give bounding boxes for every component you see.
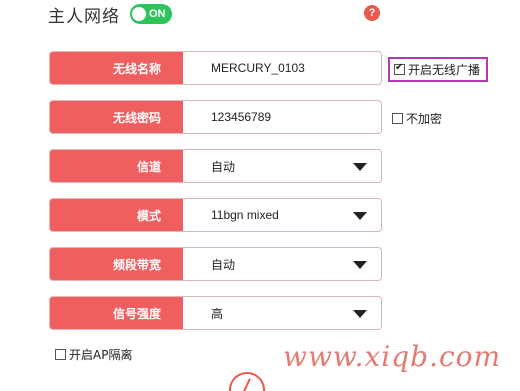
mode-value: 11bgn mixed <box>211 208 279 222</box>
ap-isolation-option[interactable]: 开启AP隔离 <box>55 346 132 363</box>
channel-label: 信道 <box>49 149 183 183</box>
chevron-down-icon <box>353 212 367 220</box>
bandwidth-value: 自动 <box>211 257 236 272</box>
chevron-down-icon <box>353 261 367 269</box>
no-encrypt-checkbox[interactable] <box>392 113 403 124</box>
broadcast-label: 开启无线广播 <box>408 63 481 77</box>
broadcast-checkbox[interactable] <box>394 62 405 75</box>
main-network-toggle[interactable]: ON <box>130 4 172 24</box>
ap-isolation-checkbox[interactable] <box>55 349 66 360</box>
toggle-label: ON <box>149 8 166 20</box>
signal-label: 信号强度 <box>49 296 183 330</box>
no-encrypt-label: 不加密 <box>406 112 443 126</box>
password-label: 无线密码 <box>49 100 183 134</box>
password-input[interactable]: 123456789 <box>183 100 382 134</box>
mode-label: 模式 <box>49 198 183 232</box>
bandwidth-select[interactable]: 自动 <box>183 247 382 281</box>
bandwidth-row: 频段带宽 自动 <box>49 247 382 281</box>
password-row: 无线密码 123456789 <box>49 100 382 134</box>
broadcast-option[interactable]: 开启无线广播 <box>388 57 489 82</box>
channel-value: 自动 <box>211 159 236 174</box>
help-icon[interactable]: ? <box>364 5 380 21</box>
bandwidth-label: 频段带宽 <box>49 247 183 281</box>
chevron-down-icon <box>353 310 367 318</box>
channel-row: 信道 自动 <box>49 149 382 183</box>
ssid-label: 无线名称 <box>49 51 183 85</box>
channel-select[interactable]: 自动 <box>183 149 382 183</box>
page-title: 主人网络 <box>48 6 120 27</box>
mode-row: 模式 11bgn mixed <box>49 198 382 232</box>
toggle-knob <box>132 7 146 21</box>
chevron-down-icon <box>353 163 367 171</box>
watermark: www.xiqb.com <box>283 340 502 373</box>
signal-row: 信号强度 高 <box>49 296 382 330</box>
signal-select[interactable]: 高 <box>183 296 382 330</box>
main-network-header: 主人网络 ON <box>48 1 172 27</box>
no-encrypt-option[interactable]: 不加密 <box>392 110 442 127</box>
signal-value: 高 <box>211 306 224 321</box>
ssid-input[interactable]: MERCURY_0103 <box>183 51 382 85</box>
ssid-row: 无线名称 MERCURY_0103 <box>49 51 382 85</box>
ap-isolation-label: 开启AP隔离 <box>69 348 133 362</box>
mode-select[interactable]: 11bgn mixed <box>183 198 382 232</box>
save-button[interactable] <box>229 372 265 391</box>
